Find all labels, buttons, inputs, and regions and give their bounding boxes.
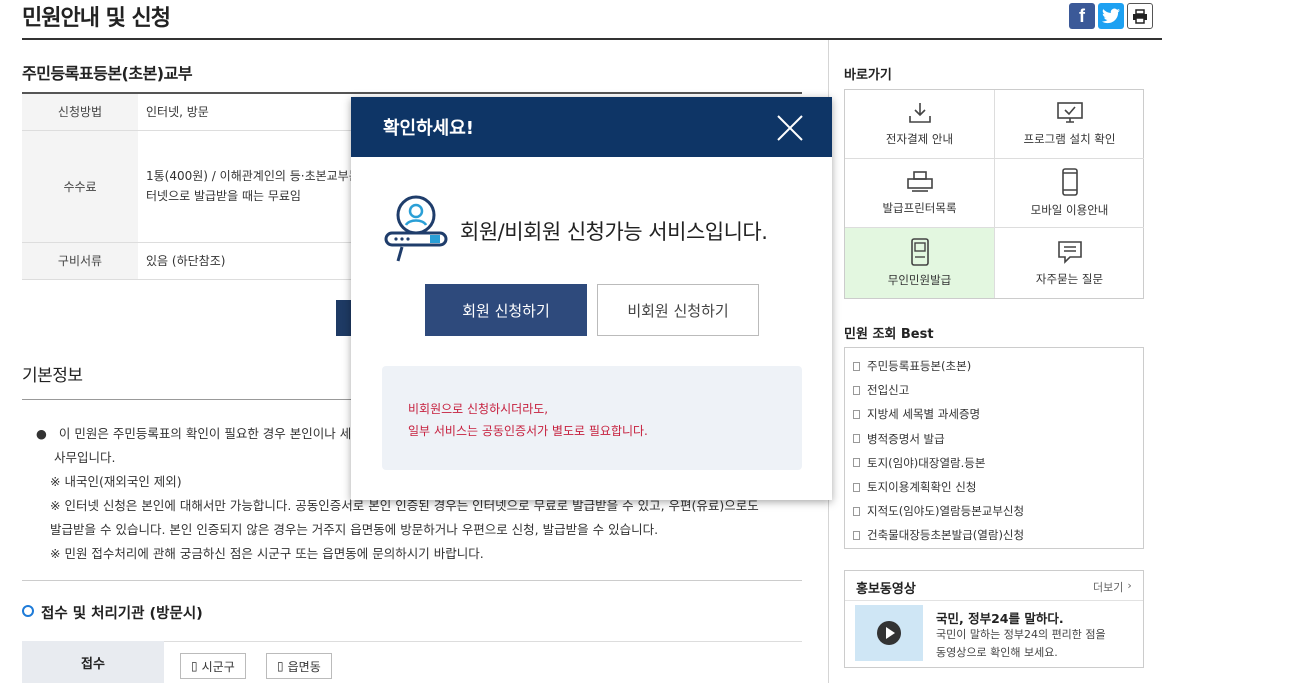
quick-link-kiosk[interactable]: 무인민원발급 xyxy=(845,228,995,298)
list-item[interactable]: 지적도(임야도)열람등본교부신청 xyxy=(853,499,1143,523)
member-service-illustration xyxy=(384,193,450,269)
list-item: ※ 민원 접수처리에 관해 궁금하신 점은 시군구 또는 읍면동에 문의하시기 … xyxy=(50,546,484,561)
facebook-share-button[interactable]: f xyxy=(1069,3,1095,29)
facebook-icon: f xyxy=(1079,5,1085,26)
building-icon: ▯ xyxy=(191,659,198,673)
list-item: 발급받을 수 있습니다. 본인 인증되지 않은 경우는 거주지 읍면동에 방문하… xyxy=(50,522,659,537)
service-title: 주민등록표등본(초본)교부 xyxy=(22,64,193,83)
document-icon xyxy=(853,361,860,371)
printer-icon xyxy=(906,171,933,192)
modal-close-button[interactable] xyxy=(776,114,804,142)
modal-message: 회원/비회원 신청가능 서비스입니다. xyxy=(460,220,768,244)
twitter-share-button[interactable] xyxy=(1098,3,1124,29)
recv-row xyxy=(164,641,802,684)
sigungu-button[interactable]: ▯ 시군구 xyxy=(180,653,246,679)
bullet-icon: ● xyxy=(36,426,47,441)
quick-link-mobile[interactable]: 모바일 이용안내 xyxy=(995,159,1144,228)
basic-info-title: 기본정보 xyxy=(22,366,83,386)
play-icon xyxy=(877,621,901,645)
guest-apply-button[interactable]: 비회원 신청하기 xyxy=(597,284,759,336)
row-label: 신청방법 xyxy=(22,93,138,131)
best-list: 주민등록표등본(초본) 전입신고 지방세 세목별 과세증명 병적증명서 발급 토… xyxy=(844,347,1144,549)
quick-links-title: 바로가기 xyxy=(844,68,892,83)
list-item[interactable]: 토지이용계획확인 신청 xyxy=(853,475,1143,499)
promo-headline[interactable]: 국민, 정부24를 말하다. xyxy=(936,608,1064,627)
member-apply-button[interactable]: 회원 신청하기 xyxy=(425,284,587,336)
section-divider xyxy=(22,580,802,581)
list-item[interactable]: 지방세 세목별 과세증명 xyxy=(853,402,1143,426)
user-login-icon xyxy=(384,195,448,262)
modal-notice-text: 비회원으로 신청하시더라도, 일부 서비스는 공동인증서가 별도로 필요합니다. xyxy=(408,402,648,438)
promo-title: 홍보동영상 xyxy=(856,582,916,597)
quick-link-payment[interactable]: 전자결제 안내 xyxy=(845,90,995,159)
title-divider xyxy=(22,38,1162,40)
promo-description: 국민이 말하는 정부24의 편리한 점을 동영상으로 확인해 보세요. xyxy=(936,628,1106,659)
section-ring-icon xyxy=(22,605,34,617)
twitter-icon xyxy=(1102,8,1120,24)
promo-thumbnail[interactable] xyxy=(855,605,923,661)
chevron-right-icon: › xyxy=(1127,579,1132,592)
document-icon xyxy=(853,482,860,492)
list-item[interactable]: 건축물대장등초본발급(열람)신청 xyxy=(853,523,1143,547)
promo-more-link[interactable]: 더보기 › xyxy=(1093,579,1132,595)
page-title: 민원안내 및 신청 xyxy=(22,6,171,31)
document-icon xyxy=(853,506,860,516)
promo-divider xyxy=(845,600,1143,601)
document-icon xyxy=(853,385,860,395)
download-icon xyxy=(908,103,931,123)
list-item[interactable]: 토지(임야)대장열람.등본 xyxy=(853,451,1143,475)
print-icon xyxy=(1133,8,1147,24)
print-button[interactable] xyxy=(1127,3,1153,29)
list-item[interactable]: 주민등록표등본(초본) xyxy=(853,354,1143,378)
kiosk-icon xyxy=(910,238,929,266)
list-item[interactable]: 전입신고 xyxy=(853,378,1143,402)
mobile-icon xyxy=(1061,168,1078,196)
quick-link-printer-list[interactable]: 발급프린터목록 xyxy=(845,159,995,228)
close-icon xyxy=(777,115,803,141)
modal-title: 확인하세요! xyxy=(383,118,475,139)
row-label: 구비서류 xyxy=(22,242,138,280)
list-item[interactable]: 병적증명서 발급 xyxy=(853,427,1143,451)
document-icon xyxy=(853,409,860,419)
monitor-check-icon xyxy=(1056,102,1083,123)
promo-video-box: 홍보동영상 더보기 › 국민, 정부24를 말하다. 국민이 말하는 정부24의… xyxy=(844,570,1144,668)
document-icon xyxy=(853,458,860,468)
eupmyeondong-button[interactable]: ▯ 읍면동 xyxy=(266,653,332,679)
recv-label: 접수 xyxy=(22,641,164,683)
chat-icon xyxy=(1057,241,1082,264)
quick-link-faq[interactable]: 자주묻는 질문 xyxy=(995,228,1144,298)
building-icon: ▯ xyxy=(277,659,284,673)
quick-link-program-check[interactable]: 프로그램 설치 확인 xyxy=(995,90,1144,159)
org-title: 접수 및 처리기관 (방문시) xyxy=(41,606,203,622)
quick-links-grid: 전자결제 안내 프로그램 설치 확인 발급프린터목록 모바일 이용안내 무인민원… xyxy=(844,89,1144,299)
best-title: 민원 조회 Best xyxy=(844,327,934,342)
row-label: 수수료 xyxy=(22,130,138,243)
document-icon xyxy=(853,530,860,540)
document-icon xyxy=(853,434,860,444)
